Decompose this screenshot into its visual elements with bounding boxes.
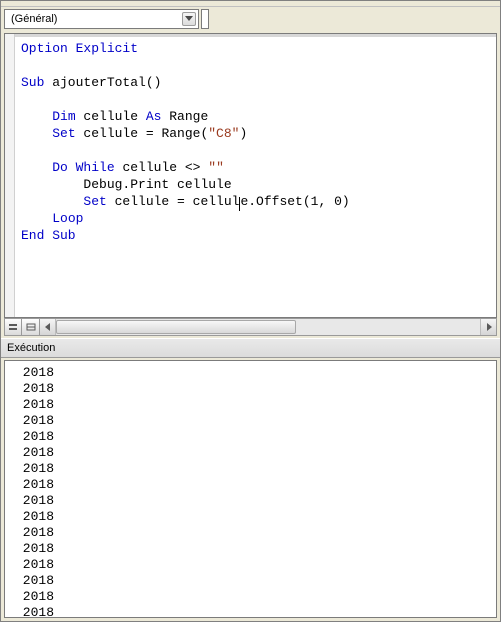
margin-gutter [5, 34, 15, 317]
code-view-controls [4, 318, 497, 336]
immediate-output-line: 2018 [15, 605, 496, 618]
immediate-output-line: 2018 [15, 573, 496, 589]
object-proc-bar: (Général) [1, 7, 500, 31]
procedure-view-button[interactable] [4, 318, 22, 336]
horizontal-scrollbar[interactable] [40, 318, 497, 336]
code-editor[interactable]: Option Explicit Sub ajouterTotal() Dim c… [4, 33, 497, 318]
scroll-thumb[interactable] [56, 320, 296, 334]
immediate-output-line: 2018 [15, 413, 496, 429]
code-text[interactable]: Option Explicit Sub ajouterTotal() Dim c… [21, 40, 492, 244]
code-pane: Option Explicit Sub ajouterTotal() Dim c… [1, 31, 500, 338]
immediate-output-line: 2018 [15, 381, 496, 397]
chevron-down-icon [182, 12, 196, 26]
scroll-right-button[interactable] [480, 319, 496, 335]
declarations-divider [5, 34, 496, 37]
immediate-output-line: 2018 [15, 429, 496, 445]
immediate-output-line: 2018 [15, 493, 496, 509]
vba-editor-window: (Général) Option Explicit Sub ajouterTot… [0, 0, 501, 622]
immediate-output-line: 2018 [15, 365, 496, 381]
immediate-output-line: 2018 [15, 525, 496, 541]
immediate-output-line: 2018 [15, 477, 496, 493]
immediate-output-line: 2018 [15, 461, 496, 477]
scroll-track[interactable] [56, 319, 480, 335]
immediate-output-line: 2018 [15, 557, 496, 573]
object-dropdown-value: (Général) [11, 13, 57, 25]
procedure-dropdown[interactable] [201, 9, 209, 29]
immediate-output-line: 2018 [15, 541, 496, 557]
scroll-left-button[interactable] [40, 319, 56, 335]
immediate-window[interactable]: 2018 2018 2018 2018 2018 2018 2018 2018 … [4, 360, 497, 618]
full-module-view-button[interactable] [22, 318, 40, 336]
immediate-output-line: 2018 [15, 445, 496, 461]
immediate-window-title: Exécution [1, 338, 500, 358]
text-caret [239, 197, 240, 211]
immediate-output-line: 2018 [15, 509, 496, 525]
object-dropdown[interactable]: (Général) [4, 9, 199, 29]
immediate-output-line: 2018 [15, 589, 496, 605]
immediate-output-line: 2018 [15, 397, 496, 413]
